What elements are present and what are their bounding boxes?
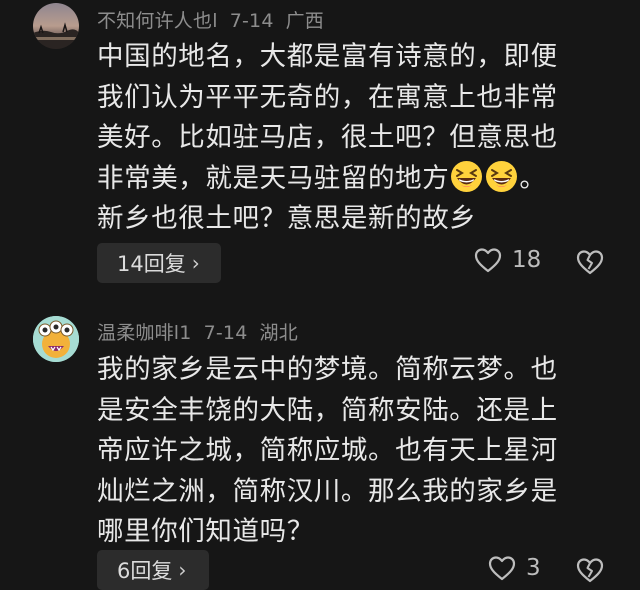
username[interactable]: 温柔咖啡l1 — [97, 322, 192, 344]
chevron-right-icon: › — [178, 558, 187, 582]
comment-line: 我们认为平平无奇的，在寓意上也非常 — [97, 81, 558, 113]
comment-location: 广西 — [285, 10, 325, 32]
like-count: 3 — [526, 555, 541, 581]
comment-line: 是安全丰饶的大陆，简称安陆。还是上 — [97, 394, 558, 426]
dislike-button[interactable] — [576, 557, 604, 587]
heart-icon — [488, 556, 516, 581]
comment-2: 温柔咖啡l1 7-14 湖北 我的家乡是云中的梦境。简称云梦。也 是安全丰饶的大陆，… — [0, 300, 640, 590]
avatar-sunset-icon[interactable] — [33, 3, 79, 49]
comment-line-suffix: 。 — [519, 162, 547, 194]
grinning-squinting-face-emoji-icon — [450, 160, 483, 193]
comment-line-text: 非常美，就是天马驻留的地方 — [97, 162, 450, 194]
comment-date: 7-14 — [203, 322, 248, 344]
grinning-squinting-face-emoji-icon — [485, 160, 518, 193]
comment-body: 我的家乡是云中的梦境。简称云梦。也 是安全丰饶的大陆，简称安陆。还是上 帝应许之… — [97, 350, 617, 553]
comment-meta: 温柔咖啡l1 7-14 湖北 — [97, 318, 310, 345]
comment-meta: 不知何许人也l 7-14 广西 — [97, 6, 336, 33]
like-button[interactable]: 3 — [488, 555, 541, 581]
comment-line: 哪里你们知道吗？ — [97, 516, 314, 547]
broken-heart-icon — [576, 250, 604, 275]
comment-line: 帝应许之城，简称应城。也有天上星河 — [97, 435, 558, 466]
view-replies-button[interactable]: 14回复 › — [97, 243, 221, 283]
comment-body: 中国的地名，大都是富有诗意的，即便 我们认为平平无奇的，在寓意上也非常 美好。比… — [97, 37, 617, 240]
reply-count-label: 14回复 — [117, 252, 186, 276]
broken-heart-icon — [576, 558, 604, 583]
like-button[interactable]: 18 — [474, 247, 541, 273]
comment-line: 我的家乡是云中的梦境。简称云梦。也 — [97, 354, 558, 385]
comment-location: 湖北 — [259, 322, 298, 344]
username[interactable]: 不知何许人也l — [97, 10, 218, 32]
comment-line: 新乡也很土吧？意思是新的故乡 — [97, 203, 477, 234]
like-count: 18 — [512, 247, 542, 273]
heart-icon — [474, 248, 502, 273]
comment-date: 7-14 — [229, 10, 274, 32]
comment-1: 不知何许人也l 7-14 广西 中国的地名，大都是富有诗意的，即便 我们认为平平无奇… — [0, 0, 640, 300]
chevron-right-icon: › — [191, 251, 200, 275]
comment-line: 灿烂之洲，简称汉川。那么我的家乡是 — [97, 475, 558, 507]
comment-line-with-emoji: 非常美，就是天马驻留的地方 。 — [97, 159, 617, 200]
dislike-button[interactable] — [576, 249, 604, 279]
reply-count-label: 6回复 — [117, 559, 173, 583]
comment-line: 美好。比如驻马店，很土吧？但意思也 — [97, 122, 558, 153]
view-replies-button[interactable]: 6回复 › — [97, 550, 209, 590]
comment-line: 中国的地名，大都是富有诗意的，即便 — [97, 41, 558, 72]
avatar-monster-icon[interactable] — [33, 316, 79, 362]
